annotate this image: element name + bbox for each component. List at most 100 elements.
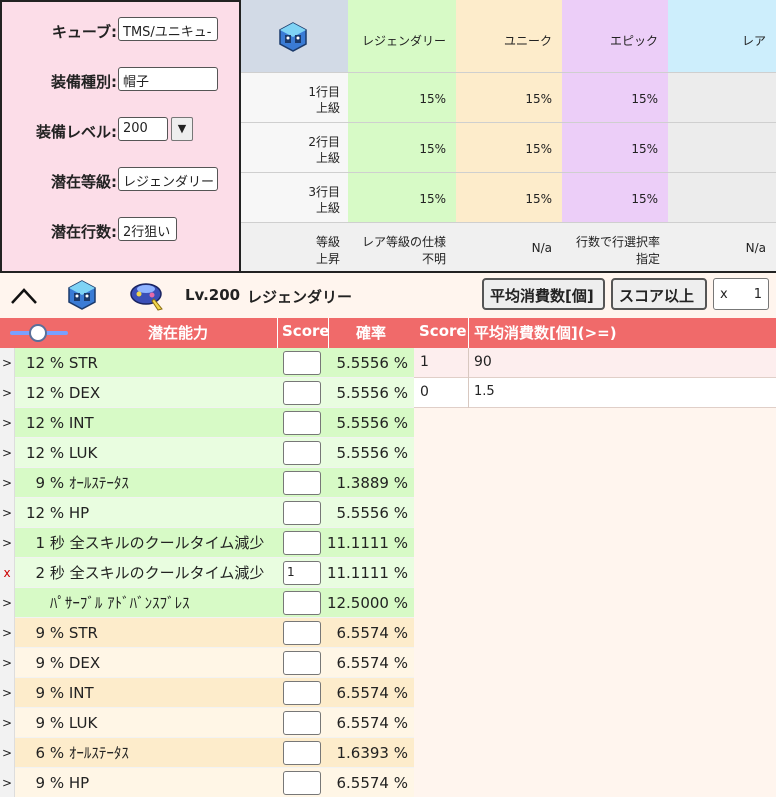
- potential-row: > 9 % LUK 6.5574 %: [0, 708, 414, 738]
- potential-lines-select[interactable]: 2行狙い: [118, 217, 177, 241]
- potential-grade-row: 潜在等級: レジェンダリー: [2, 167, 241, 193]
- avg-consumption-button[interactable]: 平均消費数[個]: [482, 278, 605, 310]
- cube-select[interactable]: TMS/ユニキュ-: [118, 17, 218, 41]
- multiplier-value: 1: [753, 287, 762, 302]
- header-probability: 確率: [356, 324, 387, 342]
- potential-name: 9 % STR: [26, 624, 98, 642]
- expand-toggle[interactable]: >: [0, 528, 15, 558]
- score-input[interactable]: [283, 471, 321, 495]
- expand-toggle[interactable]: >: [0, 378, 15, 408]
- probability-value: 5.5556 %: [336, 414, 408, 432]
- potential-name: 9 % HP: [26, 774, 90, 792]
- result-toolbar: Lv.200 レジェンダリー 平均消費数[個] スコア以上 x 1: [0, 273, 776, 318]
- potential-row: >12 % DEX 5.5556 %: [0, 378, 414, 408]
- score-input[interactable]: [283, 441, 321, 465]
- potential-grade-label: 潜在等級:: [51, 173, 117, 191]
- prob-row-line2: 2行目 上級 15% 15% 15%: [241, 122, 776, 172]
- toggle-slider-icon[interactable]: [8, 324, 70, 342]
- score-input[interactable]: [283, 351, 321, 375]
- cube-settings-form: キューブ: TMS/ユニキュ- 装備種別: 帽子 装備レベル: 200 ▼ 潜在…: [0, 0, 241, 273]
- probability-value: 12.5000 %: [326, 594, 408, 612]
- potential-name: 1 秒 全スキルのクールタイム減少: [26, 534, 265, 552]
- expand-toggle[interactable]: >: [0, 588, 15, 618]
- probability-value: 1.6393 %: [336, 744, 408, 762]
- potential-grade-select[interactable]: レジェンダリー: [118, 167, 218, 191]
- expand-toggle[interactable]: >: [0, 648, 15, 678]
- score-above-button[interactable]: スコア以上: [611, 278, 707, 310]
- expand-toggle[interactable]: >: [0, 468, 15, 498]
- expand-toggle[interactable]: >: [0, 438, 15, 468]
- potential-name: 9 % DEX: [26, 654, 101, 672]
- exclude-toggle[interactable]: x: [0, 558, 15, 588]
- potential-row: >12 % HP 5.5556 %: [0, 498, 414, 528]
- score-input[interactable]: [283, 711, 321, 735]
- prob-row-line1: 1行目 上級 15% 15% 15%: [241, 72, 776, 122]
- potential-row: > 9 % ｵｰﾙｽﾃｰﾀｽ 1.3889 %: [0, 468, 414, 498]
- header-legendary: レジェンダリー: [348, 0, 456, 72]
- potential-row: >12 % LUK 5.5556 %: [0, 438, 414, 468]
- potential-row: > ﾊﾟｻｰﾌﾞﾙ ｱﾄﾞﾊﾞﾝｽﾌﾞﾚｽ 12.5000 %: [0, 588, 414, 618]
- grade-probability-table: レジェンダリー ユニーク エピック レア 1行目 上級 15% 15% 15% …: [241, 0, 776, 273]
- equip-level-label: 装備レベル:: [36, 123, 117, 141]
- equip-level-input[interactable]: 200: [118, 117, 168, 141]
- potential-name: 12 % INT: [26, 414, 94, 432]
- score-input[interactable]: [283, 621, 321, 645]
- score-input[interactable]: [283, 741, 321, 765]
- score-input[interactable]: 1: [283, 561, 321, 585]
- potential-name: ﾊﾟｻｰﾌﾞﾙ ｱﾄﾞﾊﾞﾝｽﾌﾞﾚｽ: [26, 594, 190, 612]
- expand-toggle[interactable]: >: [0, 348, 15, 378]
- potential-row: > 9 % INT 6.5574 %: [0, 678, 414, 708]
- header-potential: 潜在能力: [148, 324, 209, 342]
- probability-value: 5.5556 %: [336, 384, 408, 402]
- expand-toggle[interactable]: >: [0, 408, 15, 438]
- header-score: Score: [282, 322, 330, 340]
- score-input[interactable]: [283, 411, 321, 435]
- equip-type-select[interactable]: 帽子: [118, 67, 218, 91]
- probability-value: 6.5574 %: [336, 684, 408, 702]
- prob-row-line3: 3行目 上級 15% 15% 15%: [241, 172, 776, 222]
- expand-toggle[interactable]: >: [0, 708, 15, 738]
- cube-label: キューブ:: [51, 23, 117, 41]
- score-input[interactable]: [283, 531, 321, 555]
- potential-lines-row: 潜在行数: 2行狙い: [2, 217, 241, 243]
- prob-row-upgrade: 等級 上昇 レア等級の仕様 不明 N/a 行数で行選択率 指定 N/a: [241, 222, 776, 271]
- potential-name: 12 % LUK: [26, 444, 98, 462]
- multiplier-input[interactable]: x 1: [713, 278, 769, 310]
- level-dropdown-button[interactable]: ▼: [171, 117, 193, 141]
- score-input[interactable]: [283, 651, 321, 675]
- probability-value: 5.5556 %: [336, 354, 408, 372]
- probability-value: 5.5556 %: [336, 504, 408, 522]
- score-result-row: 1 90: [414, 348, 776, 378]
- multiplier-label: x: [720, 287, 728, 302]
- score-input[interactable]: [283, 591, 321, 615]
- expand-toggle[interactable]: >: [0, 618, 15, 648]
- probability-value: 6.5574 %: [336, 714, 408, 732]
- score-input[interactable]: [283, 681, 321, 705]
- expand-toggle[interactable]: >: [0, 678, 15, 708]
- header-unique: ユニーク: [456, 0, 562, 72]
- probability-value: 1.3889 %: [336, 474, 408, 492]
- potential-list-header: 潜在能力 Score 確率: [0, 318, 414, 348]
- equip-type-row: 装備種別: 帽子: [2, 67, 241, 93]
- score-input[interactable]: [283, 381, 321, 405]
- potential-name: 9 % INT: [26, 684, 94, 702]
- probability-value: 6.5574 %: [336, 774, 408, 792]
- header-result-score: Score: [419, 322, 467, 340]
- expand-toggle[interactable]: >: [0, 498, 15, 528]
- potential-row: >12 % STR 5.5556 %: [0, 348, 414, 378]
- potential-row: > 1 秒 全スキルのクールタイム減少 11.1111 %: [0, 528, 414, 558]
- probability-value: 11.1111 %: [326, 534, 408, 552]
- header-epic: エピック: [562, 0, 668, 72]
- potential-row: > 6 % ｵｰﾙｽﾃｰﾀｽ 1.6393 %: [0, 738, 414, 768]
- expand-toggle[interactable]: >: [0, 768, 15, 797]
- header-rare: レア: [668, 0, 776, 72]
- hat-icon: [130, 283, 163, 311]
- potential-name: 9 % ｵｰﾙｽﾃｰﾀｽ: [26, 474, 129, 492]
- score-input[interactable]: [283, 501, 321, 525]
- header-result-avg: 平均消費数[個](>=): [474, 324, 617, 342]
- potential-row: > 9 % HP 6.5574 %: [0, 768, 414, 797]
- score-input[interactable]: [283, 771, 321, 795]
- expand-toggle[interactable]: >: [0, 738, 15, 768]
- chevron-up-icon[interactable]: [10, 287, 38, 305]
- cube-icon-cell: [241, 0, 348, 72]
